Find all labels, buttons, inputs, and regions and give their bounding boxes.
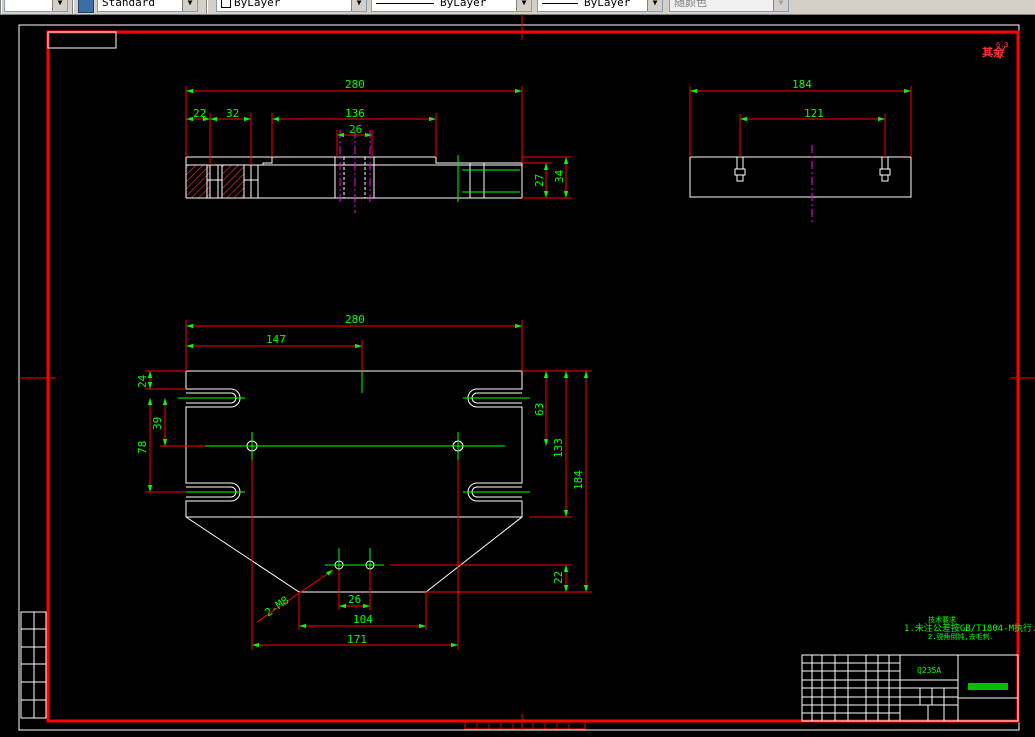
dim-text: 184 [792,78,812,91]
linetype-select[interactable]: ByLayer ▼ [371,0,532,12]
toolbar-separator [0,0,2,14]
notes-line-2: 2.锐角倒钝,去毛刺. [928,632,994,641]
hatch-section [186,165,210,198]
dropdown-arrow-icon[interactable]: ▼ [52,0,67,11]
toolbar-separator [206,0,208,14]
dimstyle-value: Standard [102,0,155,9]
dim-text: 32 [226,107,239,120]
toolbar-separator [72,0,74,14]
dim-text: 280 [345,313,365,326]
material-text: Q235A [917,666,941,675]
roughness-symbol: 其余 6.3 [982,41,1009,60]
plotstyle-select: 随颜色 ▼ [669,0,789,12]
front-elevation-dim-text: 280 22 32 136 26 27 34 [193,78,566,187]
dim-text: 121 [804,107,824,120]
color-select[interactable]: ByLayer ▼ [216,0,367,12]
lineweight-value: ByLayer [584,0,631,9]
technical-notes: 技术要求 1.未注公差按GB/T1804-M执行. 2.锐角倒钝,去毛刺. [904,615,1035,641]
drawing-svg: 其余 6.3 280 22 32 136 26 27 34 184 121 28… [18,14,1035,731]
linetype-value: ByLayer [440,0,487,9]
dim-text: 22 [552,571,565,584]
color-value: ByLayer [234,0,281,9]
dim-text: 39 [151,417,164,430]
hatch-section [222,165,244,198]
lineweight-select[interactable]: ByLayer ▼ [537,0,663,12]
dim-text: 171 [347,633,367,646]
dimstyle-icon[interactable] [78,0,94,13]
sheet-frame [18,14,1035,731]
dim-text: 280 [345,78,365,91]
dim-text: 184 [572,470,585,490]
dim-text: 22 [193,107,206,120]
dim-text: 26 [349,123,362,136]
plan-view-dim-text: 280 147 24 39 78 63 133 184 22 26 104 17… [136,313,585,646]
dimstyle-select[interactable]: Standard ▼ [97,0,198,12]
dropdown-arrow-icon[interactable]: ▼ [647,0,662,11]
dropdown-arrow-icon[interactable]: ▼ [516,0,531,11]
dim-text: 27 [533,174,546,187]
drawing-canvas[interactable]: 其余 6.3 280 22 32 136 26 27 34 184 121 28… [0,14,1035,733]
front-elevation-view [185,130,523,213]
side-view: 184 121 [689,78,912,222]
dim-text: 34 [553,169,566,183]
dim-text: 133 [552,438,565,458]
archive-blocks [20,611,47,719]
dim-text: 147 [266,333,286,346]
dropdown-arrow-icon[interactable]: ▼ [182,0,197,11]
lineweight-preview-icon [542,2,578,4]
plan-view-dimensions [145,320,592,650]
toolbar-combo-left[interactable]: ▼ [4,0,68,12]
properties-toolbar: ▼ Standard ▼ ByLayer ▼ ByLayer ▼ ByLayer… [0,0,1035,15]
dim-text: 136 [345,107,365,120]
dim-text: 78 [136,441,149,454]
drawing-number-box [47,31,117,49]
dim-text: 24 [136,374,149,388]
plotstyle-value: 随颜色 [674,0,707,9]
plan-view [185,370,523,593]
color-swatch-icon [221,0,231,8]
notes-heading: 技术要求 [928,615,956,624]
hole-callout: 2-M8 [262,594,291,620]
dim-text: 63 [533,403,546,416]
dropdown-arrow-icon: ▼ [773,0,788,11]
dropdown-arrow-icon[interactable]: ▼ [351,0,366,11]
roughness-value: 6.3 [996,41,1009,49]
part-name-scribble [968,683,1008,690]
centering-ruler [464,721,586,730]
dim-text: 104 [353,613,373,626]
dim-text: 26 [348,593,361,606]
plan-view-centerlines [178,371,530,580]
linetype-preview-icon [376,2,434,4]
